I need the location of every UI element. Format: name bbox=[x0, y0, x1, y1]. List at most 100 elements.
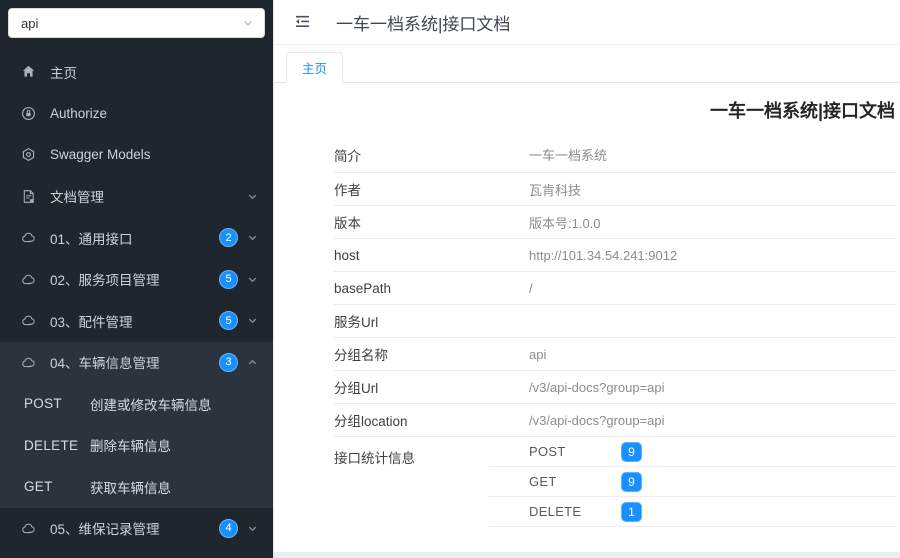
menu-fold-icon[interactable] bbox=[294, 13, 312, 31]
chevron-down-icon bbox=[242, 17, 254, 29]
http-method: DELETE bbox=[24, 437, 79, 453]
cloud-icon bbox=[20, 271, 36, 287]
sidebar-item-label: 02、服务项目管理 bbox=[50, 273, 160, 289]
doc-content: 一车一档系统|接口文档 简介 一车一档系统 作者 瓦肯科技 版本 版本号:1.0… bbox=[274, 83, 900, 558]
topbar: 一车一档系统|接口文档 bbox=[274, 0, 900, 45]
info-label: host bbox=[334, 247, 360, 263]
count-badge: 5 bbox=[219, 269, 238, 289]
sidebar-item-label: 主页 bbox=[50, 65, 77, 81]
sidebar-item-label: 05、维保记录管理 bbox=[50, 522, 160, 538]
chevron-down-icon bbox=[247, 232, 259, 243]
endpoint-label: 创建或修改车辆信息 bbox=[90, 397, 212, 413]
sidebar-item-label: Swagger Models bbox=[50, 147, 151, 163]
sidebar-item-label: 04、车辆信息管理 bbox=[50, 356, 160, 372]
stat-row-get: GET 9 bbox=[489, 467, 897, 497]
info-row: 分组Url /v3/api-docs?group=api bbox=[334, 371, 897, 404]
info-label: 作者 bbox=[334, 183, 361, 198]
info-row: 服务Url bbox=[334, 305, 897, 338]
sidebar-item-label: 01、通用接口 bbox=[50, 231, 133, 247]
info-value: /v3/api-docs?group=api bbox=[529, 379, 665, 395]
endpoint-label: 获取车辆信息 bbox=[90, 480, 171, 496]
cloud-icon bbox=[20, 520, 36, 536]
app-title: 一车一档系统|接口文档 bbox=[336, 14, 511, 34]
sidebar-item-group-01[interactable]: 01、通用接口 2 bbox=[0, 217, 273, 259]
cloud-icon bbox=[20, 354, 36, 370]
api-group-select[interactable]: api bbox=[8, 8, 265, 38]
info-value: /v3/api-docs?group=api bbox=[529, 412, 665, 428]
sidebar-item-group-05[interactable]: 05、维保记录管理 4 bbox=[0, 508, 273, 550]
sidebar-endpoint-delete-vehicle[interactable]: DELETE 删除车辆信息 bbox=[0, 425, 273, 467]
info-value: / bbox=[529, 280, 533, 296]
sidebar-item-authorize[interactable]: Authorize bbox=[0, 93, 273, 135]
sidebar-menu: 主页 Authorize Swagger Models 文档管理 01、通用接口… bbox=[0, 51, 273, 549]
info-label: 版本 bbox=[334, 216, 361, 231]
home-icon bbox=[20, 64, 36, 80]
info-value: 一车一档系统 bbox=[529, 148, 608, 163]
cloud-icon bbox=[20, 313, 36, 329]
sidebar-item-group-04[interactable]: 04、车辆信息管理 3 bbox=[0, 342, 273, 384]
info-label: 分组名称 bbox=[334, 348, 388, 363]
count-badge: 2 bbox=[219, 228, 238, 248]
chevron-down-icon bbox=[247, 191, 259, 202]
info-value: 版本号:1.0.0 bbox=[529, 215, 601, 231]
stat-count-badge: 1 bbox=[621, 501, 642, 522]
app-window: api 主页 Authorize Swagger Models 文档管理 01、… bbox=[0, 0, 900, 558]
info-label: 分组location bbox=[334, 414, 408, 429]
sidebar: api 主页 Authorize Swagger Models 文档管理 01、… bbox=[0, 0, 273, 558]
http-method: POST bbox=[24, 396, 62, 412]
info-row: 作者 瓦肯科技 bbox=[334, 173, 897, 206]
stat-row-delete: DELETE 1 bbox=[489, 497, 897, 527]
chevron-down-icon bbox=[247, 523, 259, 534]
chevron-up-icon bbox=[247, 357, 259, 368]
count-badge: 5 bbox=[219, 311, 238, 331]
page-title: 一车一档系统|接口文档 bbox=[709, 101, 895, 121]
sidebar-endpoint-create-vehicle[interactable]: POST 创建或修改车辆信息 bbox=[0, 383, 273, 425]
sidebar-item-home[interactable]: 主页 bbox=[0, 51, 273, 93]
info-row: 分组名称 api bbox=[334, 338, 897, 371]
api-group-select-value: api bbox=[21, 15, 39, 31]
stat-method: DELETE bbox=[529, 504, 582, 519]
chevron-down-icon bbox=[247, 315, 259, 326]
http-method: GET bbox=[24, 479, 53, 495]
info-row: host http://101.34.54.241:9012 bbox=[334, 239, 897, 272]
sidebar-item-label: Authorize bbox=[50, 105, 108, 121]
sidebar-endpoint-get-vehicle[interactable]: GET 获取车辆信息 bbox=[0, 466, 273, 508]
info-value: api bbox=[529, 346, 547, 362]
sidebar-item-group-02[interactable]: 02、服务项目管理 5 bbox=[0, 259, 273, 301]
count-badge: 4 bbox=[219, 518, 238, 538]
info-value: 瓦肯科技 bbox=[529, 182, 582, 198]
info-row: basePath / bbox=[334, 272, 897, 305]
info-label: basePath bbox=[334, 280, 392, 296]
api-stats-section: 接口统计信息 POST 9 GET 9 DELETE 1 bbox=[334, 437, 897, 527]
main-panel: 一车一档系统|接口文档 主页 一车一档系统|接口文档 简介 一车一档系统 作者 … bbox=[273, 0, 900, 558]
stat-row-post: POST 9 bbox=[489, 437, 897, 467]
sidebar-item-group-03[interactable]: 03、配件管理 5 bbox=[0, 300, 273, 342]
info-label: 服务Url bbox=[334, 315, 379, 330]
sidebar-item-doc-manage[interactable]: 文档管理 bbox=[0, 176, 273, 218]
info-value: http://101.34.54.241:9012 bbox=[529, 247, 678, 263]
stat-method: POST bbox=[529, 444, 566, 459]
cloud-icon bbox=[20, 230, 36, 246]
lock-icon bbox=[20, 105, 36, 121]
chevron-down-icon bbox=[247, 274, 259, 285]
info-row: 版本 版本号:1.0.0 bbox=[334, 206, 897, 239]
endpoint-label: 删除车辆信息 bbox=[90, 439, 171, 455]
info-row: 分组location /v3/api-docs?group=api bbox=[334, 404, 897, 437]
models-icon bbox=[20, 147, 36, 163]
bottom-scroll-strip[interactable] bbox=[274, 552, 900, 558]
stat-count-badge: 9 bbox=[621, 471, 642, 492]
sidebar-group-04-expanded: 04、车辆信息管理 3 POST 创建或修改车辆信息 DELETE 删除车辆信息… bbox=[0, 341, 273, 508]
stats-label: 接口统计信息 bbox=[334, 451, 415, 466]
sidebar-item-label: 文档管理 bbox=[50, 190, 104, 206]
info-row: 简介 一车一档系统 bbox=[334, 137, 897, 173]
info-label: 简介 bbox=[334, 148, 361, 164]
sidebar-item-label: 03、配件管理 bbox=[50, 314, 133, 330]
stats-rows: POST 9 GET 9 DELETE 1 bbox=[489, 437, 897, 527]
stat-count-badge: 9 bbox=[621, 441, 642, 462]
tab-home[interactable]: 主页 bbox=[286, 52, 344, 83]
info-label: 分组Url bbox=[334, 381, 379, 396]
stat-method: GET bbox=[529, 474, 557, 489]
count-badge: 3 bbox=[219, 352, 238, 372]
tab-bar: 主页 bbox=[274, 45, 900, 83]
sidebar-item-swagger-models[interactable]: Swagger Models bbox=[0, 134, 273, 176]
